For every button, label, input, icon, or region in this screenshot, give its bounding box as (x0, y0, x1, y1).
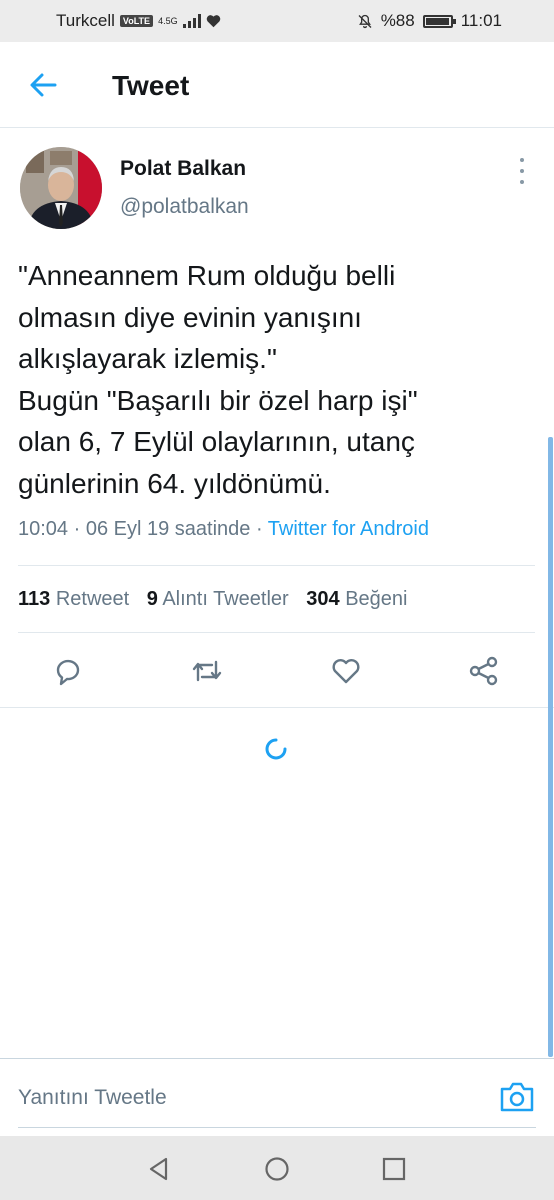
retweets-count: 113 (18, 588, 51, 610)
tweet-line: "Anneannem Rum olduğu belli (18, 260, 396, 291)
nav-back-button[interactable] (146, 1156, 172, 1182)
retweet-icon (192, 660, 222, 682)
tweet-stats: 113 Retweet 9 Alıntı Tweetler 304 Beğeni (18, 588, 419, 611)
retweet-button[interactable] (190, 654, 224, 688)
tweet-line: Bugün "Başarılı bir özel harp işi" (18, 384, 418, 416)
arrow-left-icon (30, 73, 57, 97)
signal-icon (182, 14, 201, 28)
network-type: 4.5G (158, 15, 178, 26)
divider (0, 707, 554, 708)
app-header: Tweet (0, 42, 554, 128)
share-icon (469, 656, 498, 686)
likes-stat[interactable]: 304 Beğeni (306, 588, 407, 610)
camera-icon (500, 1082, 534, 1112)
status-bar: Turkcell VoLTE 4.5G %88 11:01 (0, 0, 554, 42)
divider (18, 632, 535, 633)
system-nav-bar (0, 1136, 554, 1200)
tweet-line: olan 6, 7 Eylül olaylarının, utanç (18, 426, 415, 457)
quotes-stat[interactable]: 9 Alıntı Tweetler (147, 588, 289, 610)
retweets-label: Retweet (55, 588, 130, 610)
quotes-count: 9 (146, 588, 158, 610)
volte-badge: VoLTE (119, 15, 154, 27)
likes-label: Beğeni (345, 588, 408, 610)
quotes-label: Alıntı Tweetler (162, 588, 289, 610)
like-button[interactable] (329, 654, 363, 688)
more-options-button[interactable] (512, 158, 532, 184)
avatar[interactable] (20, 147, 102, 229)
reply-bar: Yanıtını Tweetle (0, 1058, 554, 1137)
page-title: Tweet (112, 70, 190, 101)
tweet-timestamp: 10:04 · 06 Eyl 19 saatinde · (18, 518, 268, 540)
author-name[interactable]: Polat Balkan (120, 157, 246, 181)
divider (18, 565, 535, 566)
tweet-meta: 10:04 · 06 Eyl 19 saatinde · Twitter for… (18, 518, 429, 541)
triangle-back-icon (149, 1157, 168, 1181)
scrollbar[interactable] (548, 437, 553, 1057)
reply-input[interactable]: Yanıtını Tweetle (18, 1086, 167, 1110)
clock: 11:01 (460, 11, 502, 30)
camera-button[interactable] (499, 1081, 535, 1113)
carrier-name: Turkcell (56, 11, 115, 30)
mute-icon (358, 14, 372, 28)
nav-home-button[interactable] (264, 1156, 290, 1182)
tweet-line: olmasın diye evinin yanışını (18, 301, 362, 333)
share-button[interactable] (467, 654, 501, 688)
nav-recents-button[interactable] (381, 1156, 407, 1182)
more-dot-icon (520, 158, 524, 162)
reply-icon (56, 659, 80, 686)
battery-percent: %88 (380, 11, 415, 30)
author-handle[interactable]: @polatbalkan (120, 195, 249, 219)
loading-spinner-icon (265, 738, 287, 760)
square-recents-icon (382, 1157, 406, 1181)
avatar-photo (20, 147, 102, 229)
back-button[interactable] (28, 70, 58, 100)
heart-status-icon (206, 15, 220, 28)
reply-button[interactable] (51, 654, 85, 688)
retweets-stat[interactable]: 113 Retweet (18, 588, 129, 610)
like-icon (332, 659, 360, 684)
tweet-line: günlerinin 64. yıldönümü. (18, 467, 331, 499)
tweet-text: "Anneannem Rum olduğu belli olmasın diye… (18, 255, 538, 504)
battery-icon (422, 14, 456, 28)
more-dot-icon (520, 169, 524, 173)
tweet-line: alkışlayarak izlemiş." (18, 343, 277, 374)
more-dot-icon (520, 180, 524, 184)
reply-underline (18, 1127, 536, 1128)
tweet-source-link[interactable]: Twitter for Android (268, 518, 429, 540)
likes-count: 304 (306, 588, 340, 610)
circle-home-icon (265, 1157, 289, 1181)
